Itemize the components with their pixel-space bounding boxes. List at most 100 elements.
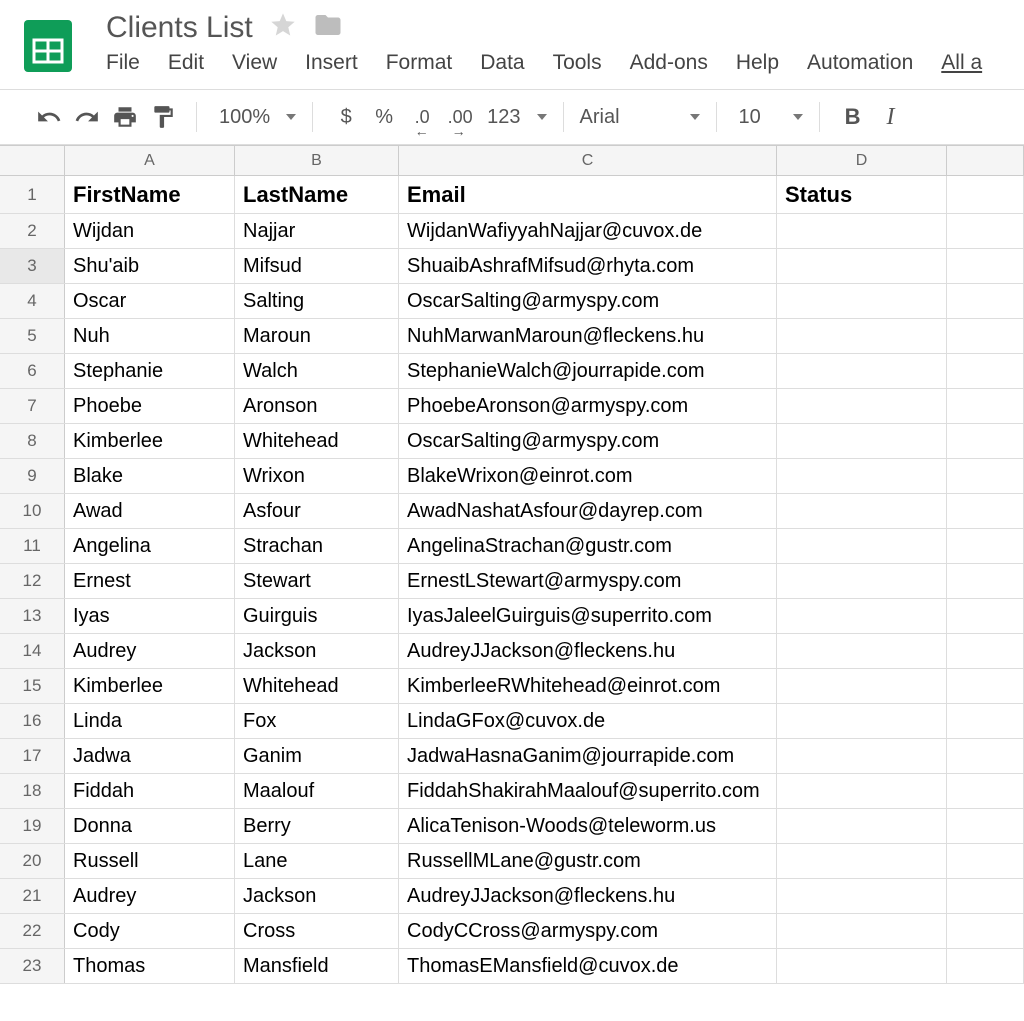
cell-status[interactable] [777,774,947,808]
column-header-d[interactable]: D [777,146,947,175]
cell-status[interactable] [777,634,947,668]
cell-email[interactable]: ThomasEMansfield@cuvox.de [399,949,777,983]
cell-lastname[interactable]: Whitehead [235,424,399,458]
paint-format-button[interactable] [146,100,180,134]
cell-lastname[interactable]: Maroun [235,319,399,353]
cell-status[interactable] [777,739,947,773]
row-header[interactable]: 19 [0,809,65,843]
cell-blank[interactable] [947,389,1024,423]
cell-email[interactable]: IyasJaleelGuirguis@superrito.com [399,599,777,633]
column-header-c[interactable]: C [399,146,777,175]
print-button[interactable] [108,100,142,134]
menu-automation[interactable]: Automation [807,51,913,75]
menu-all-changes[interactable]: All a [941,51,982,75]
cell-status[interactable] [777,214,947,248]
cell-firstname[interactable]: Audrey [65,879,235,913]
cell-email[interactable]: StephanieWalch@jourrapide.com [399,354,777,388]
cell-email[interactable]: Email [399,176,777,213]
cell-email[interactable]: FiddahShakirahMaalouf@superrito.com [399,774,777,808]
cell-status[interactable] [777,529,947,563]
cell-status[interactable] [777,284,947,318]
percent-button[interactable]: % [367,100,401,134]
cell-blank[interactable] [947,214,1024,248]
cell-email[interactable]: OscarSalting@armyspy.com [399,284,777,318]
cell-blank[interactable] [947,424,1024,458]
cell-blank[interactable] [947,774,1024,808]
row-header[interactable]: 22 [0,914,65,948]
increase-decimal-button[interactable]: .00→ [443,100,477,134]
menu-addons[interactable]: Add-ons [630,51,708,75]
cell-status[interactable] [777,914,947,948]
cell-firstname[interactable]: FirstName [65,176,235,213]
row-header[interactable]: 3 [0,249,65,283]
italic-button[interactable]: I [874,100,908,134]
undo-button[interactable] [32,100,66,134]
cell-lastname[interactable]: Maalouf [235,774,399,808]
cell-status[interactable] [777,494,947,528]
more-formats-button[interactable]: 123 [481,100,546,134]
cell-lastname[interactable]: Fox [235,704,399,738]
cell-email[interactable]: RussellMLane@gustr.com [399,844,777,878]
cell-email[interactable]: KimberleeRWhitehead@einrot.com [399,669,777,703]
cell-lastname[interactable]: Guirguis [235,599,399,633]
menu-format[interactable]: Format [386,51,453,75]
cell-blank[interactable] [947,949,1024,983]
cell-blank[interactable] [947,879,1024,913]
cell-email[interactable]: AwadNashatAsfour@dayrep.com [399,494,777,528]
cell-blank[interactable] [947,459,1024,493]
cell-firstname[interactable]: Iyas [65,599,235,633]
cell-firstname[interactable]: Jadwa [65,739,235,773]
cell-email[interactable]: AlicaTenison-Woods@teleworm.us [399,809,777,843]
cell-status[interactable] [777,949,947,983]
row-header[interactable]: 1 [0,176,65,213]
cell-blank[interactable] [947,564,1024,598]
cell-lastname[interactable]: Jackson [235,634,399,668]
cell-status[interactable] [777,809,947,843]
cell-blank[interactable] [947,704,1024,738]
font-size-select[interactable]: 10 [733,100,803,134]
cell-status[interactable] [777,424,947,458]
cell-firstname[interactable]: Phoebe [65,389,235,423]
column-header-a[interactable]: A [65,146,235,175]
cell-email[interactable]: ShuaibAshrafMifsud@rhyta.com [399,249,777,283]
cell-lastname[interactable]: LastName [235,176,399,213]
decrease-decimal-button[interactable]: .0← [405,100,439,134]
cell-email[interactable]: JadwaHasnaGanim@jourrapide.com [399,739,777,773]
currency-button[interactable]: $ [329,100,363,134]
cell-lastname[interactable]: Mifsud [235,249,399,283]
cell-blank[interactable] [947,634,1024,668]
row-header[interactable]: 8 [0,424,65,458]
cell-email[interactable]: CodyCCross@armyspy.com [399,914,777,948]
menu-file[interactable]: File [106,51,140,75]
cell-lastname[interactable]: Jackson [235,879,399,913]
cell-firstname[interactable]: Fiddah [65,774,235,808]
cell-status[interactable] [777,564,947,598]
bold-button[interactable]: B [836,100,870,134]
cell-firstname[interactable]: Wijdan [65,214,235,248]
zoom-select[interactable]: 100% [213,100,296,134]
cell-firstname[interactable]: Donna [65,809,235,843]
cell-lastname[interactable]: Walch [235,354,399,388]
font-select[interactable]: Arial [580,100,700,134]
cell-status[interactable] [777,879,947,913]
row-header[interactable]: 17 [0,739,65,773]
cell-lastname[interactable]: Asfour [235,494,399,528]
cell-email[interactable]: AngelinaStrachan@gustr.com [399,529,777,563]
row-header[interactable]: 4 [0,284,65,318]
document-title[interactable]: Clients List [106,11,253,45]
row-header[interactable]: 5 [0,319,65,353]
cell-blank[interactable] [947,529,1024,563]
cell-firstname[interactable]: Oscar [65,284,235,318]
menu-view[interactable]: View [232,51,277,75]
column-header-e[interactable] [947,146,1024,175]
cell-firstname[interactable]: Stephanie [65,354,235,388]
row-header[interactable]: 2 [0,214,65,248]
cell-email[interactable]: BlakeWrixon@einrot.com [399,459,777,493]
cell-firstname[interactable]: Kimberlee [65,424,235,458]
cell-lastname[interactable]: Aronson [235,389,399,423]
menu-insert[interactable]: Insert [305,51,358,75]
cell-lastname[interactable]: Cross [235,914,399,948]
row-header[interactable]: 10 [0,494,65,528]
cell-status[interactable] [777,844,947,878]
cell-firstname[interactable]: Angelina [65,529,235,563]
